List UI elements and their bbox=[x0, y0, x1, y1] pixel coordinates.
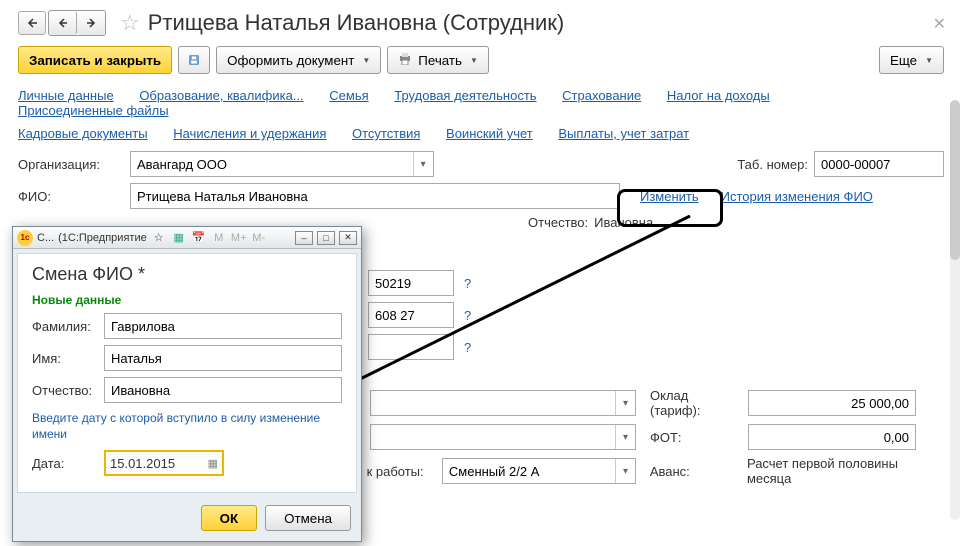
printer-icon bbox=[398, 53, 412, 68]
blank-input-2[interactable] bbox=[370, 424, 636, 450]
patr-input[interactable] bbox=[104, 377, 342, 403]
scrollbar-thumb[interactable] bbox=[950, 100, 960, 260]
save-button[interactable] bbox=[178, 46, 210, 74]
fot-input[interactable] bbox=[748, 424, 916, 450]
calendar-picker-icon[interactable]: ▦ bbox=[208, 457, 218, 470]
rename-modal: 1c С... (1С:Предприятие ☆ ▦ 📅 M M+ M- – … bbox=[12, 226, 362, 542]
tab-work[interactable]: Трудовая деятельность bbox=[394, 88, 536, 103]
tab-absence[interactable]: Отсутствия bbox=[352, 126, 420, 141]
calendar-icon[interactable]: 📅 bbox=[191, 230, 207, 246]
field1-input[interactable] bbox=[368, 270, 454, 296]
modal-titlebar[interactable]: 1c С... (1С:Предприятие ☆ ▦ 📅 M M+ M- – … bbox=[13, 227, 361, 249]
tab-education[interactable]: Образование, квалифика... bbox=[139, 88, 303, 103]
app-1c-icon: 1c bbox=[17, 230, 33, 246]
surname-label: Фамилия: bbox=[32, 319, 104, 334]
tabnum-label: Таб. номер: bbox=[737, 157, 808, 172]
schedule-picker-icon[interactable]: ▾ bbox=[615, 459, 635, 483]
help-icon-3[interactable]: ? bbox=[464, 340, 471, 355]
schedule-label: к работы: bbox=[367, 464, 436, 479]
tab-family[interactable]: Семья bbox=[329, 88, 368, 103]
m-plus-icon[interactable]: M+ bbox=[231, 230, 247, 246]
nav-arrow-group bbox=[48, 10, 106, 36]
avans-label: Аванс: bbox=[650, 464, 741, 479]
modal-title-app: (1С:Предприятие bbox=[58, 232, 147, 244]
ok-button[interactable]: ОК bbox=[201, 505, 258, 531]
change-link[interactable]: Изменить bbox=[640, 189, 699, 204]
nav-back-icon[interactable] bbox=[18, 11, 46, 35]
tab-files[interactable]: Присоединенные файлы bbox=[18, 103, 169, 118]
history-link[interactable]: История изменения ФИО bbox=[721, 189, 873, 204]
save-close-button[interactable]: Записать и закрыть bbox=[18, 46, 172, 74]
fio-input[interactable] bbox=[130, 183, 620, 209]
star-small-icon[interactable]: ☆ bbox=[151, 230, 167, 246]
field3-input[interactable] bbox=[368, 334, 454, 360]
fot-label: ФОТ: bbox=[650, 430, 742, 445]
more-button[interactable]: Еще bbox=[879, 46, 944, 74]
tab-personal[interactable]: Личные данные bbox=[18, 88, 114, 103]
name-input[interactable] bbox=[104, 345, 342, 371]
modal-heading: Смена ФИО * bbox=[32, 264, 342, 285]
scrollbar[interactable] bbox=[950, 100, 960, 520]
modal-hint: Введите дату с которой вступило в силу и… bbox=[32, 411, 342, 442]
blank-input-1[interactable] bbox=[370, 390, 636, 416]
tab-hr-docs[interactable]: Кадровые документы bbox=[18, 126, 148, 141]
tabs-row-2: Кадровые документы Начисления и удержани… bbox=[18, 122, 944, 145]
print-button[interactable]: Печать bbox=[387, 46, 489, 74]
m-icon[interactable]: M bbox=[211, 230, 227, 246]
patronymic-value: Ивановна bbox=[594, 215, 653, 230]
help-icon-2[interactable]: ? bbox=[464, 308, 471, 323]
patr-label: Отчество: bbox=[32, 383, 104, 398]
name-label: Имя: bbox=[32, 351, 104, 366]
tabnum-input[interactable] bbox=[814, 151, 944, 177]
org-label: Организация: bbox=[18, 157, 130, 172]
modal-section: Новые данные bbox=[32, 293, 342, 307]
tab-payments[interactable]: Выплаты, учет затрат bbox=[558, 126, 689, 141]
tab-insurance[interactable]: Страхование bbox=[562, 88, 641, 103]
close-icon[interactable]: ✕ bbox=[933, 14, 946, 34]
surname-input[interactable] bbox=[104, 313, 342, 339]
cancel-button[interactable]: Отмена bbox=[265, 505, 351, 531]
nav-right-icon[interactable] bbox=[77, 11, 105, 35]
patronymic-label: Отчество: bbox=[528, 215, 588, 230]
fio-label: ФИО: bbox=[18, 189, 130, 204]
page-title: Ртищева Наталья Ивановна (Сотрудник) bbox=[148, 10, 565, 36]
date-input[interactable]: 15.01.2015 ▦ bbox=[104, 450, 224, 476]
nav-left-icon[interactable] bbox=[49, 11, 77, 35]
modal-title-short: С... bbox=[37, 232, 54, 244]
grid-icon[interactable]: ▦ bbox=[171, 230, 187, 246]
make-document-button[interactable]: Оформить документ bbox=[216, 46, 381, 74]
minimize-icon[interactable]: – bbox=[295, 231, 313, 245]
schedule-input[interactable] bbox=[442, 458, 636, 484]
org-input[interactable] bbox=[130, 151, 434, 177]
maximize-icon[interactable]: □ bbox=[317, 231, 335, 245]
tab-military[interactable]: Воинский учет bbox=[446, 126, 533, 141]
org-picker-icon[interactable]: ▾ bbox=[413, 152, 433, 176]
avans-value: Расчет первой половины месяца bbox=[747, 456, 944, 486]
oklad-label: Оклад (тариф): bbox=[650, 388, 742, 418]
help-icon-1[interactable]: ? bbox=[464, 276, 471, 291]
date-label: Дата: bbox=[32, 456, 104, 471]
favorite-star-icon[interactable]: ☆ bbox=[120, 10, 140, 36]
close-modal-icon[interactable]: ✕ bbox=[339, 231, 357, 245]
tab-tax[interactable]: Налог на доходы bbox=[667, 88, 770, 103]
picker-icon-1[interactable]: ▾ bbox=[615, 391, 635, 415]
oklad-input[interactable] bbox=[748, 390, 916, 416]
picker-icon-2[interactable]: ▾ bbox=[615, 425, 635, 449]
tab-payroll[interactable]: Начисления и удержания bbox=[173, 126, 326, 141]
tabs-row-1: Личные данные Образование, квалифика... … bbox=[18, 84, 944, 122]
field2-input[interactable] bbox=[368, 302, 454, 328]
m-minus-icon[interactable]: M- bbox=[251, 230, 267, 246]
